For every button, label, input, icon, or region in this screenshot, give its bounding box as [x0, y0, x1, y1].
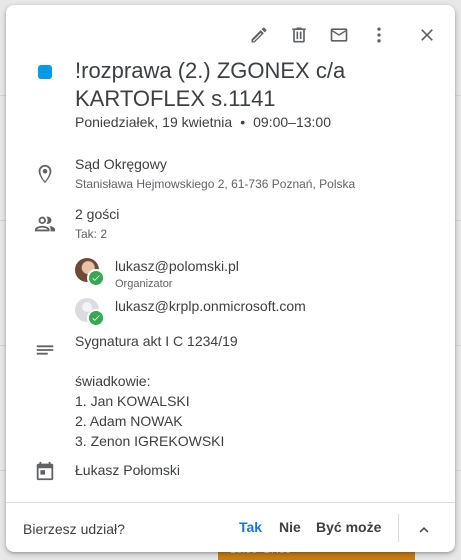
- event-date: Poniedziałek, 19 kwietnia: [75, 114, 233, 130]
- more-options-button[interactable]: [361, 17, 397, 53]
- event-color-square: [38, 65, 52, 79]
- delete-event-button[interactable]: [281, 17, 317, 53]
- location-pin-icon: [34, 163, 56, 185]
- event-time: 09:00–13:00: [253, 114, 331, 130]
- footer-divider: [398, 514, 399, 542]
- rsvp-bar: Bierzesz udział? Tak Nie Być może: [6, 502, 455, 552]
- avatar: [75, 258, 105, 287]
- description-icon: [34, 339, 56, 361]
- guests-count: 2 gości: [75, 206, 120, 222]
- description-line: świadkowie:: [75, 373, 151, 389]
- description-line: 1. Jan KOWALSKI: [75, 393, 190, 409]
- location-name[interactable]: Sąd Okręgowy: [75, 156, 167, 172]
- accepted-check-icon: [87, 309, 105, 327]
- trash-icon: [292, 27, 306, 43]
- datetime-separator: •: [240, 114, 246, 130]
- calendar-icon: [34, 460, 56, 482]
- guest-item[interactable]: lukasz@krplp.onmicrosoft.com: [75, 298, 306, 327]
- guests-icon: [34, 213, 56, 235]
- guests-rsvp-summary: Tak: 2: [75, 227, 108, 241]
- rsvp-yes-button[interactable]: Tak: [239, 519, 262, 535]
- accepted-check-icon: [87, 269, 105, 287]
- guest-item[interactable]: lukasz@polomski.pl Organizator: [75, 258, 239, 290]
- chevron-up-icon: [419, 527, 429, 533]
- guest-email: lukasz@polomski.pl: [115, 258, 239, 274]
- event-title: !rozprawa (2.) ZGONEX c/a KARTOFLEX s.11…: [75, 58, 346, 111]
- guest-role: Organizator: [115, 278, 173, 290]
- event-description: Sygnatura akt I C 1234/19 świadkowie: 1.…: [75, 331, 238, 451]
- rsvp-no-button[interactable]: Nie: [279, 519, 301, 535]
- rsvp-options-button[interactable]: [410, 516, 438, 544]
- rsvp-maybe-button[interactable]: Być może: [316, 519, 381, 535]
- description-line: 3. Zenon IGREKOWSKI: [75, 433, 225, 449]
- pencil-icon: [251, 27, 267, 43]
- location-address[interactable]: Stanisława Hejmowskiego 2, 61-736 Poznań…: [75, 177, 355, 191]
- calendar-owner: Łukasz Połomski: [75, 462, 181, 478]
- email-guests-button[interactable]: [321, 17, 357, 53]
- popup-toolbar: [241, 17, 445, 53]
- edit-event-button[interactable]: [241, 17, 277, 53]
- guest-email: lukasz@krplp.onmicrosoft.com: [115, 298, 306, 314]
- event-details-popup: !rozprawa (2.) ZGONEX c/a KARTOFLEX s.11…: [6, 5, 455, 552]
- close-icon: [421, 29, 433, 41]
- close-button[interactable]: [409, 17, 445, 53]
- rsvp-question: Bierzesz udział?: [23, 521, 125, 537]
- avatar: [75, 298, 105, 327]
- description-line: Sygnatura akt I C 1234/19: [75, 333, 238, 349]
- event-datetime: Poniedziałek, 19 kwietnia • 09:00–13:00: [75, 114, 331, 130]
- description-line: [75, 351, 238, 371]
- mail-icon: [330, 28, 348, 42]
- description-line: 2. Adam NOWAK: [75, 413, 183, 429]
- more-vert-icon: [377, 27, 381, 43]
